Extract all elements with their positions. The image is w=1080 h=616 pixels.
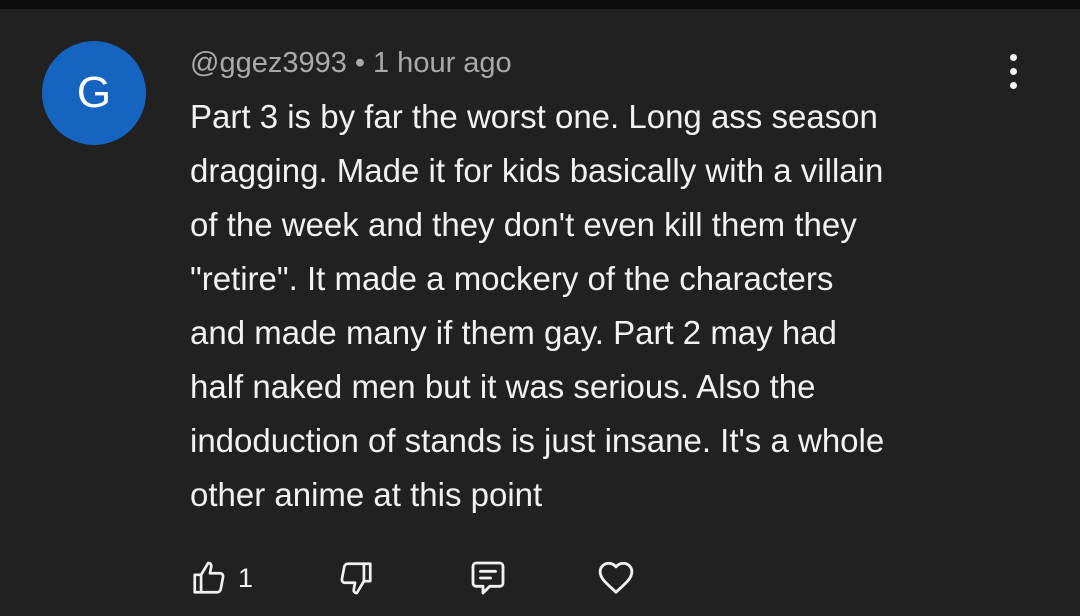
reply-button[interactable] [468, 557, 508, 599]
avatar[interactable]: G [42, 41, 146, 145]
heart-button[interactable] [596, 557, 636, 599]
more-options-button[interactable] [995, 48, 1031, 94]
more-vertical-icon [1009, 53, 1017, 61]
thumbs-up-icon [193, 561, 225, 594]
thumbs-down-icon [340, 562, 372, 595]
heart-icon [598, 561, 634, 594]
top-status-strip [0, 0, 1080, 9]
reply-comment-icon [471, 561, 505, 595]
like-button[interactable]: 1 [190, 557, 253, 599]
more-vertical-icon-dot [1009, 67, 1017, 75]
like-count: 1 [238, 562, 254, 593]
dislike-button[interactable] [337, 557, 375, 599]
more-vertical-icon-dot [1009, 81, 1017, 89]
comment-header: @ggez3993 • 1 hour ago [190, 43, 512, 83]
username[interactable]: @ggez3993 [190, 47, 347, 79]
comment-text: Part 3 is by far the worst one. Long ass… [190, 98, 885, 513]
timestamp: 1 hour ago [373, 47, 512, 79]
separator-dot: • [354, 47, 365, 79]
